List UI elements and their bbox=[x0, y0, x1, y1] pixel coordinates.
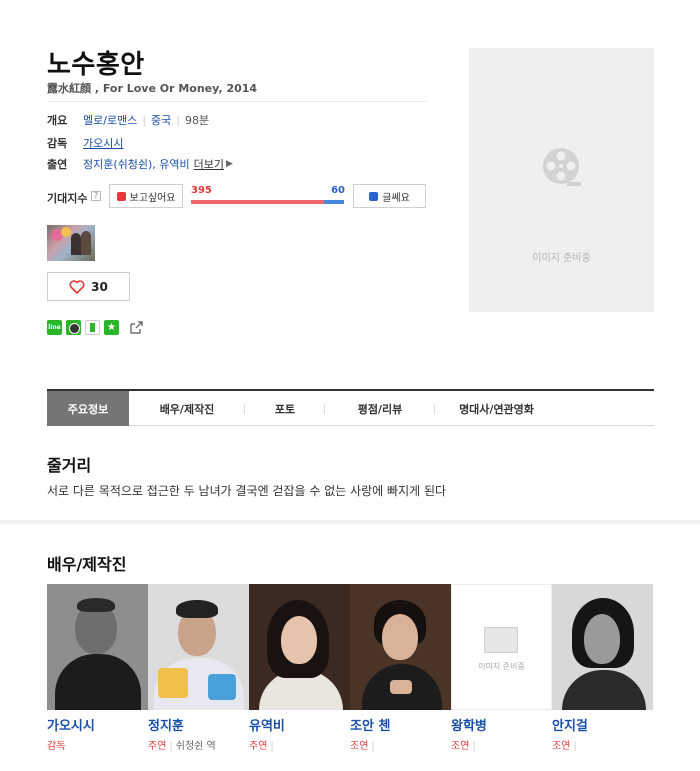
cast-role: 조연 bbox=[451, 741, 470, 752]
placeholder-text: 이미지 준비중 bbox=[478, 662, 525, 671]
director-row: 감독 가오시시 bbox=[47, 135, 123, 151]
tab-label: 포토 bbox=[274, 402, 296, 416]
title-separator bbox=[47, 101, 427, 102]
tab-photos[interactable]: 포토 bbox=[245, 391, 325, 426]
want-bar bbox=[191, 200, 324, 204]
cast-role-line: 주연 | 쉬청쉰 역 bbox=[148, 741, 216, 752]
cast-role-line: 조연 | bbox=[451, 741, 476, 752]
tab-ratings-reviews[interactable]: 평점/리뷰 bbox=[325, 391, 435, 426]
cast-card[interactable]: 유역비 주연 | bbox=[249, 584, 350, 752]
chevron-right-icon: ▶ bbox=[226, 159, 233, 169]
still-thumbnail[interactable] bbox=[47, 225, 95, 261]
cast-name[interactable]: 조안 첸 bbox=[350, 715, 451, 734]
movie-title: 노수홍안 bbox=[47, 50, 145, 80]
cast-photo[interactable] bbox=[148, 584, 249, 710]
cast-role: 감독 bbox=[47, 741, 66, 752]
cloud-icon[interactable] bbox=[85, 320, 100, 335]
kakao-icon[interactable] bbox=[66, 320, 81, 335]
cast-card[interactable]: 정지훈 주연 | 쉬청쉰 역 bbox=[148, 584, 249, 752]
cast-card[interactable]: 안지걸 조연 | bbox=[552, 584, 653, 752]
like-count: 30 bbox=[91, 279, 108, 294]
tab-main-info[interactable]: 주요정보 bbox=[47, 391, 129, 426]
star-icon[interactable]: ★ bbox=[104, 320, 119, 335]
cast-name[interactable]: 정지훈 bbox=[148, 715, 249, 734]
poster-placeholder: 이미지 준비중 bbox=[469, 48, 654, 312]
separator: | bbox=[142, 113, 147, 127]
overview-label: 개요 bbox=[47, 114, 68, 127]
cast-role: 주연 bbox=[148, 741, 167, 752]
director-label: 감독 bbox=[47, 137, 68, 150]
cast-role-line: 감독 bbox=[47, 737, 148, 752]
country-link[interactable]: 중국 bbox=[151, 112, 171, 128]
more-cast-link[interactable]: 더보기 bbox=[194, 156, 224, 172]
cast-card[interactable]: 조안 첸 조연 | bbox=[350, 584, 451, 752]
movie-original-title: 露水紅顔 , For Love Or Money, 2014 bbox=[47, 82, 258, 95]
cast-role: 주연 bbox=[249, 741, 268, 752]
expectation-bar bbox=[191, 200, 344, 204]
overview-row: 개요 멜로/로맨스 | 중국 | 98분 bbox=[47, 112, 209, 128]
like-button[interactable]: 30 bbox=[47, 272, 130, 301]
expectation-label: 기대지수 bbox=[47, 192, 88, 205]
external-link-icon[interactable] bbox=[129, 320, 144, 335]
want-count: 395 bbox=[191, 185, 212, 196]
cast-photo[interactable] bbox=[249, 584, 350, 710]
dislike-bar bbox=[323, 200, 344, 204]
director-link[interactable]: 가오시시 bbox=[83, 135, 123, 151]
cast-links[interactable]: 정지훈(쉬청쉰), 유역비 bbox=[83, 156, 190, 172]
image-placeholder-icon bbox=[484, 627, 518, 653]
film-reel-icon bbox=[543, 148, 581, 186]
heart-icon bbox=[69, 279, 85, 294]
cast-row: 출연 정지훈(쉬청쉰), 유역비 더보기 ▶ bbox=[47, 156, 233, 172]
cast-photo[interactable] bbox=[552, 584, 653, 710]
dislike-label: 글쎄요 bbox=[382, 192, 410, 204]
tab-label: 주요정보 bbox=[67, 402, 109, 416]
thumbs-down-icon bbox=[369, 191, 379, 201]
plot-heading: 줄거리 bbox=[47, 456, 92, 475]
section-divider bbox=[0, 520, 700, 524]
cast-crew-heading: 배우/제작진 bbox=[47, 555, 127, 574]
help-icon[interactable]: ? bbox=[91, 191, 101, 201]
tab-label: 평점/리뷰 bbox=[357, 402, 403, 416]
cast-name[interactable]: 왕학병 bbox=[451, 715, 552, 734]
cast-name[interactable]: 안지걸 bbox=[552, 715, 653, 734]
cast-label: 출연 bbox=[47, 158, 68, 171]
runtime-text: 98분 bbox=[185, 114, 210, 127]
cast-card[interactable]: 이미지 준비중 왕학병 조연 | bbox=[451, 584, 552, 752]
separator: | bbox=[176, 113, 180, 127]
cast-photo-placeholder[interactable]: 이미지 준비중 bbox=[451, 584, 552, 710]
cast-role: 조연 bbox=[350, 741, 369, 752]
cast-role-line: 주연 | bbox=[249, 741, 274, 752]
share-bar: line ★ bbox=[47, 320, 148, 335]
plot-text: 서로 다른 목적으로 접근한 두 남녀가 결국엔 걷잡을 수 없는 사랑에 빠지… bbox=[47, 484, 447, 498]
cast-character: 쉬청쉰 역 bbox=[175, 741, 216, 752]
cast-role-line: 조연 | bbox=[350, 741, 375, 752]
dislike-button[interactable]: 글쎄요 bbox=[353, 184, 426, 208]
dislike-count: 60 bbox=[331, 185, 345, 196]
cast-photo[interactable] bbox=[47, 584, 148, 710]
cast-crew-list: 가오시시 감독 정지훈 주연 | 쉬청쉰 역 유역비 주연 | 조안 첸 조연 | bbox=[47, 584, 654, 754]
cast-photo[interactable] bbox=[350, 584, 451, 710]
tab-quotes-related[interactable]: 명대사/연관영화 bbox=[435, 391, 558, 426]
cast-name[interactable]: 유역비 bbox=[249, 715, 350, 734]
cast-name[interactable]: 가오시시 bbox=[47, 715, 148, 734]
want-to-see-button[interactable]: 보고싶어요 bbox=[109, 184, 183, 208]
want-to-see-label: 보고싶어요 bbox=[129, 192, 176, 204]
expectation-index: 기대지수 ? 보고싶어요 395 60 글쎄요 bbox=[47, 184, 427, 208]
tab-cast-crew[interactable]: 배우/제작진 bbox=[129, 391, 245, 426]
tab-label: 배우/제작진 bbox=[159, 402, 215, 416]
thumbs-up-icon bbox=[116, 191, 126, 201]
tab-label: 명대사/연관영화 bbox=[459, 402, 534, 416]
cast-card[interactable]: 가오시시 감독 bbox=[47, 584, 148, 752]
poster-placeholder-text: 이미지 준비중 bbox=[532, 253, 591, 264]
line-icon[interactable]: line bbox=[47, 320, 62, 335]
tab-bar: 주요정보 배우/제작진 포토 평점/리뷰 명대사/연관영화 bbox=[47, 389, 654, 426]
cast-role-line: 조연 | bbox=[552, 741, 577, 752]
genre-link[interactable]: 멜로/로맨스 bbox=[83, 112, 137, 128]
cast-role: 조연 bbox=[552, 741, 571, 752]
